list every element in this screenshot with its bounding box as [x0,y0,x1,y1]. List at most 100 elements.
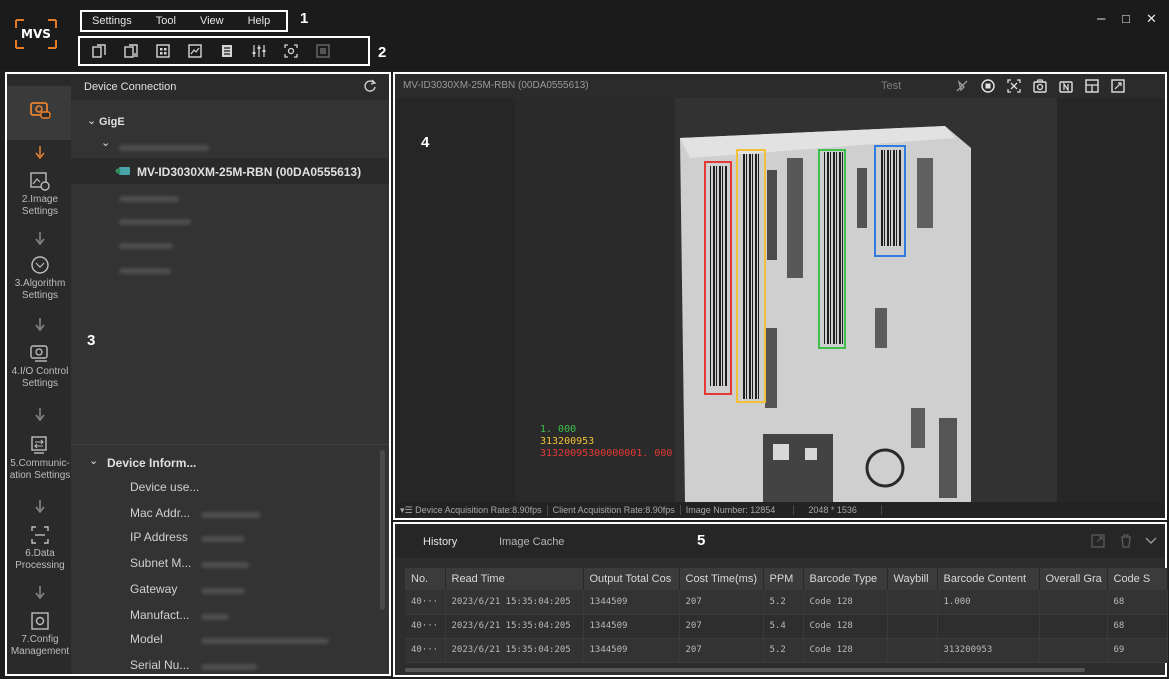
nav-arrow-down-icon [35,232,45,246]
chevron-down-icon[interactable]: ⌄ [101,136,110,149]
table-row[interactable]: 40··· 2023/6/21 15:35:04:205 1344509 207… [405,614,1168,639]
nav-step-config[interactable]: 7.Config Management [7,610,73,658]
chart-icon[interactable] [186,42,204,60]
nav-step-data-processing[interactable]: 6.Data Processing [7,524,73,572]
table-cell: 207 [679,590,764,615]
blurred-text [119,219,191,225]
notes-icon[interactable] [218,42,236,60]
scrollbar[interactable] [380,450,385,610]
table-cell: 5.2 [763,590,804,615]
table-row[interactable]: 40··· 2023/6/21 15:35:04:205 1344509 207… [405,638,1168,663]
column-header[interactable]: Barcode Content [937,568,1040,590]
column-header[interactable]: Cost Time(ms) [679,568,764,590]
chevron-down-icon[interactable]: ⌄ [87,114,96,127]
blurred-text [201,512,261,518]
blurred-text [201,536,245,542]
focus-icon[interactable] [282,42,300,60]
blurred-text [119,196,179,202]
tab-history[interactable]: History [423,536,457,548]
column-header[interactable]: PPM [763,568,804,590]
app-logo: MVS [14,14,58,54]
nav-label-config: 7.Config Management [10,634,70,657]
svg-text:MVS: MVS [21,27,51,41]
no-trigger-icon[interactable] [953,77,971,95]
blurred-text [201,562,249,568]
info-label-subnet: Subnet M... [130,556,192,570]
menu-tool[interactable]: Tool [156,15,176,27]
nav-label-algorithm: 3.Algorithm Settings [14,278,66,301]
column-header[interactable]: Waybill [887,568,938,590]
info-label-mac: Mac Addr... [130,506,191,520]
camera-image[interactable] [515,98,1057,502]
refresh-icon[interactable] [363,79,377,93]
menu-settings[interactable]: Settings [92,15,132,27]
info-label-model: Model [130,632,163,646]
info-label-serial: Serial Nu... [130,658,190,672]
nav-step-image-settings[interactable]: 2.Image Settings [7,170,73,218]
nav-arrow-down-icon [35,586,45,600]
snapshot-icon[interactable] [1031,77,1049,95]
table-row[interactable]: 40··· 2023/6/21 15:35:04:205 1344509 207… [405,590,1168,615]
callout-2: 2 [378,44,387,61]
fit-screen-icon[interactable] [1005,77,1023,95]
table-cell: 68 [1107,614,1168,639]
delete-icon[interactable] [1119,534,1133,548]
nav-step-io-control[interactable]: 4.I/O Control Settings [7,342,73,390]
horizontal-scrollbar[interactable] [405,668,1085,672]
nav-step-algorithm[interactable]: 3.Algorithm Settings [7,254,73,302]
table-header-row: No. Read Time Output Total Cos Cost Time… [405,568,1168,590]
client-rate: Client Acquisition Rate:8.90fps [548,505,681,515]
image-resolution: 2048 * 1536 [794,505,882,515]
blurred-text [201,664,257,670]
layout-grid-icon[interactable] [1083,77,1101,95]
close-button[interactable]: ✕ [1146,11,1157,27]
table-cell: 5.2 [763,638,804,663]
blurred-text [119,145,209,151]
tab-image-cache[interactable]: Image Cache [499,536,564,548]
column-header[interactable]: Overall Gra [1039,568,1108,590]
column-header[interactable]: Code S [1107,568,1168,590]
mode-label[interactable]: Test [881,80,901,92]
status-list-icon[interactable]: ▾☰ [400,505,415,515]
sliders-icon[interactable] [250,42,268,60]
table-cell: 68 [1107,590,1168,615]
table-cell [1039,614,1108,639]
stop-icon[interactable] [979,77,997,95]
overlay-result-1: 1. 000 [540,424,577,435]
column-header[interactable]: Barcode Type [803,568,888,590]
info-label-device-user: Device use... [130,480,200,494]
chevron-down-icon[interactable]: ⌄ [89,454,98,467]
record-icon[interactable] [1057,77,1075,95]
table-cell [887,614,938,639]
grid-icon[interactable] [154,42,172,60]
nav-step-communication[interactable]: 5.Communic-ation Settings [7,434,73,482]
nav-arrow-down-icon [35,408,45,422]
copy-icon[interactable] [90,42,108,60]
frame-icon[interactable] [314,42,332,60]
table-cell: 207 [679,614,764,639]
fullscreen-icon[interactable] [1109,77,1127,95]
nav-step-device[interactable] [7,98,73,122]
chevron-down-icon[interactable] [1145,536,1157,546]
column-header[interactable]: Output Total Cos [583,568,680,590]
device-row-selected[interactable]: MV-ID3030XM-25M-RBN (00DA0555613) [71,158,389,184]
image-view: MV-ID3030XM-25M-RBN (00DA0555613) Test 4 [393,72,1167,520]
column-header[interactable]: Read Time [445,568,584,590]
export-icon[interactable] [1091,534,1105,548]
callout-1: 1 [300,10,309,27]
table-cell: 1344509 [583,614,680,639]
device-info-header[interactable]: Device Inform... [107,456,196,470]
column-header[interactable]: No. [405,568,446,590]
app-window: MVS Settings Tool View Help 1 2 – □ ✕ 2.… [0,0,1169,679]
table-cell [887,638,938,663]
menu-help[interactable]: Help [248,15,271,27]
maximize-button[interactable]: □ [1122,11,1130,26]
nav-label-image-settings: 2.Image Settings [21,194,59,217]
minimize-button[interactable]: – [1097,10,1105,27]
nav-label-communication: 5.Communic-ation Settings [9,458,71,481]
copy-list-icon[interactable] [122,42,140,60]
device-panel-header: Device Connection [71,74,389,100]
menu-view[interactable]: View [200,15,224,27]
tree-group-gige[interactable]: GigE [99,116,125,128]
selected-device-name: MV-ID3030XM-25M-RBN (00DA0555613) [137,165,362,179]
